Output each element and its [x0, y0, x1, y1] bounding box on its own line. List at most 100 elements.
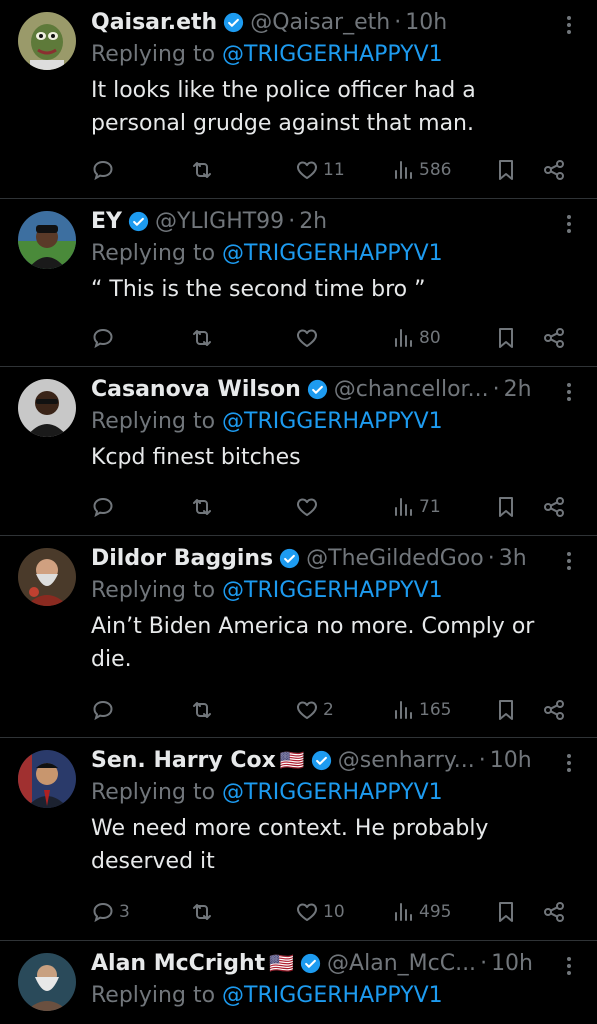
tweet[interactable]: Sen. Harry Cox 🇺🇸 @senharry... · 10h Rep…	[0, 738, 597, 941]
views-button[interactable]: 495	[391, 899, 451, 925]
views-button[interactable]: 80	[391, 325, 441, 351]
timestamp[interactable]: 10h	[490, 748, 532, 773]
author-handle[interactable]: @chancellor...	[334, 377, 489, 402]
avatar[interactable]	[18, 953, 76, 1011]
tweet[interactable]: EY @YLIGHT99 · 2h Replying to @TRIGGERHA…	[0, 199, 597, 367]
timestamp[interactable]: 3h	[499, 546, 527, 571]
timestamp[interactable]: 10h	[405, 10, 447, 35]
views-chart-icon	[395, 903, 412, 921]
tweet[interactable]: Alan McCright 🇺🇸 @Alan_McC... · 10h Repl…	[0, 941, 597, 1024]
verified-badge-icon	[128, 211, 149, 231]
verified-badge-icon	[300, 953, 321, 973]
retweet-button[interactable]	[190, 899, 218, 925]
bookmark-icon	[499, 328, 513, 348]
author-name[interactable]: Qaisar.eth	[91, 10, 217, 35]
author-handle[interactable]: @YLIGHT99	[155, 209, 284, 234]
avatar[interactable]	[18, 750, 76, 808]
replying-to-line: Replying to @TRIGGERHAPPYV1	[91, 38, 579, 72]
share-button[interactable]	[542, 899, 566, 925]
more-options-icon[interactable]	[559, 548, 579, 572]
more-options-icon[interactable]	[559, 379, 579, 403]
view-count: 165	[419, 700, 452, 720]
author-handle[interactable]: @Alan_McC...	[327, 951, 476, 976]
separator-dot: ·	[487, 545, 495, 571]
mention-link[interactable]: @TRIGGERHAPPYV1	[222, 780, 443, 805]
author-handle[interactable]: @senharry...	[338, 748, 475, 773]
avatar[interactable]	[18, 12, 76, 70]
share-button[interactable]	[542, 157, 566, 183]
replying-to-line: Replying to @TRIGGERHAPPYV1	[91, 776, 579, 810]
heart-icon	[297, 498, 317, 516]
more-options-icon[interactable]	[559, 953, 579, 977]
retweet-button[interactable]	[190, 157, 218, 183]
reply-button[interactable]	[91, 697, 119, 723]
author-name[interactable]: Alan McCright	[91, 951, 265, 976]
share-button[interactable]	[542, 697, 566, 723]
share-button[interactable]	[542, 494, 566, 520]
avatar[interactable]	[18, 379, 76, 437]
more-options-icon[interactable]	[559, 750, 579, 774]
bookmark-button[interactable]	[494, 697, 518, 723]
retweet-icon	[193, 904, 211, 920]
replying-to-label: Replying to	[91, 780, 216, 805]
author-handle[interactable]: @Qaisar_eth	[250, 10, 390, 35]
bookmark-button[interactable]	[494, 494, 518, 520]
timestamp[interactable]: 2h	[504, 377, 532, 402]
retweet-button[interactable]	[190, 697, 218, 723]
views-button[interactable]: 165	[391, 697, 451, 723]
view-count: 586	[419, 160, 452, 180]
share-button[interactable]	[542, 325, 566, 351]
like-button[interactable]: 10	[295, 899, 345, 925]
like-button[interactable]: 2	[295, 697, 334, 723]
mention-link[interactable]: @TRIGGERHAPPYV1	[222, 578, 443, 603]
mention-link[interactable]: @TRIGGERHAPPYV1	[222, 409, 443, 434]
separator-dot: ·	[394, 9, 402, 35]
author-name[interactable]: EY	[91, 209, 122, 234]
author-handle[interactable]: @TheGildedGoo	[306, 546, 484, 571]
tweet[interactable]: Qaisar.eth @Qaisar_eth · 10h Replying to…	[0, 0, 597, 199]
bookmark-button[interactable]	[494, 157, 518, 183]
heart-icon	[297, 161, 317, 179]
views-button[interactable]: 71	[391, 494, 441, 520]
tweet-text-line: personal grudge against that man.	[91, 111, 474, 136]
action-bar: 80	[91, 325, 579, 351]
action-bar: 71	[91, 494, 579, 520]
replying-to-label: Replying to	[91, 409, 216, 434]
reply-icon	[93, 700, 113, 721]
more-options-icon[interactable]	[559, 12, 579, 36]
views-button[interactable]: 586	[391, 157, 451, 183]
like-button[interactable]: 11	[295, 157, 345, 183]
replying-to-line: Replying to @TRIGGERHAPPYV1	[91, 237, 579, 271]
replying-to-label: Replying to	[91, 983, 216, 1008]
share-icon	[544, 700, 564, 720]
bookmark-button[interactable]	[494, 325, 518, 351]
reply-button[interactable]	[91, 157, 119, 183]
view-count: 80	[419, 328, 441, 348]
mention-link[interactable]: @TRIGGERHAPPYV1	[222, 241, 443, 266]
more-options-icon[interactable]	[559, 211, 579, 235]
like-button[interactable]	[295, 494, 323, 520]
avatar[interactable]	[18, 548, 76, 606]
avatar[interactable]	[18, 211, 76, 269]
reply-button[interactable]	[91, 325, 119, 351]
timestamp[interactable]: 2h	[299, 209, 327, 234]
heart-icon	[297, 329, 317, 347]
bookmark-button[interactable]	[494, 899, 518, 925]
separator-dot: ·	[492, 376, 500, 402]
mention-link[interactable]: @TRIGGERHAPPYV1	[222, 983, 443, 1008]
tweet[interactable]: Casanova Wilson @chancellor... · 2h Repl…	[0, 367, 597, 536]
retweet-button[interactable]	[190, 325, 218, 351]
like-button[interactable]	[295, 325, 323, 351]
author-name[interactable]: Casanova Wilson	[91, 377, 301, 402]
heart-icon	[297, 903, 317, 921]
separator-dot: ·	[480, 950, 488, 976]
view-count: 495	[419, 902, 452, 922]
mention-link[interactable]: @TRIGGERHAPPYV1	[222, 42, 443, 67]
reply-button[interactable]: 3	[91, 899, 130, 925]
reply-button[interactable]	[91, 494, 119, 520]
tweet[interactable]: Dildor Baggins @TheGildedGoo · 3h Replyi…	[0, 536, 597, 738]
retweet-button[interactable]	[190, 494, 218, 520]
author-name[interactable]: Sen. Harry Cox	[91, 748, 276, 773]
author-name[interactable]: Dildor Baggins	[91, 546, 273, 571]
timestamp[interactable]: 10h	[491, 951, 533, 976]
